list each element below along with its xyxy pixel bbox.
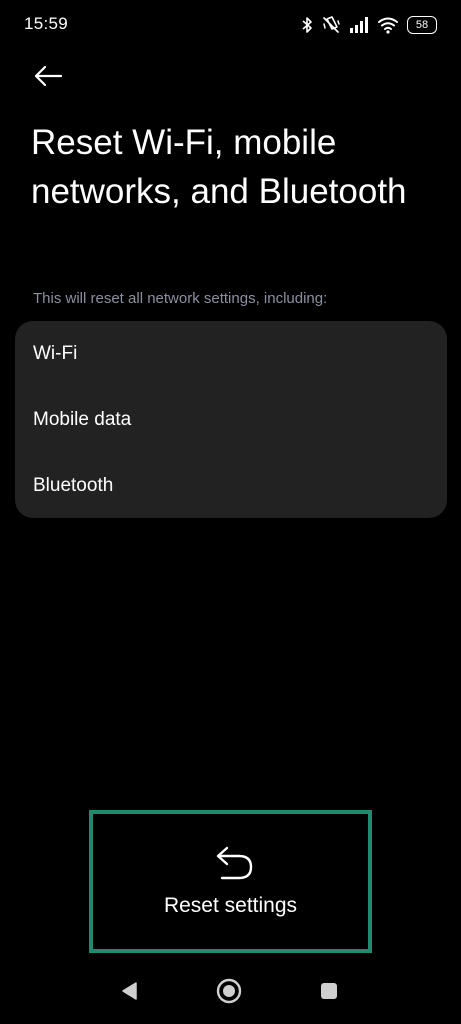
status-time: 15:59 bbox=[24, 14, 69, 33]
reset-settings-button[interactable]: Reset settings bbox=[89, 810, 372, 953]
nav-back-button[interactable] bbox=[114, 978, 144, 1008]
subtitle: This will reset all network settings, in… bbox=[33, 290, 328, 307]
undo-icon bbox=[213, 842, 257, 886]
battery-icon: 58 bbox=[407, 16, 437, 34]
back-button[interactable] bbox=[26, 58, 70, 98]
reset-settings-label: Reset settings bbox=[163, 894, 298, 917]
settings-list-card: Wi-Fi Mobile data Bluetooth bbox=[15, 321, 447, 518]
page-title: Reset Wi-Fi, mobile networks, and Blueto… bbox=[31, 123, 407, 211]
navigation-bar bbox=[0, 960, 461, 1024]
vibrate-off-icon bbox=[321, 15, 341, 35]
square-recents-icon bbox=[319, 981, 339, 1006]
wifi-icon bbox=[377, 16, 399, 34]
list-item-mobile-data: Mobile data bbox=[33, 409, 132, 430]
list-item-bluetooth: Bluetooth bbox=[33, 475, 114, 496]
nav-home-button[interactable] bbox=[214, 978, 244, 1008]
bluetooth-icon bbox=[301, 16, 313, 34]
list-item-wifi: Wi-Fi bbox=[33, 343, 78, 364]
triangle-back-icon bbox=[120, 981, 138, 1006]
status-bar: 15:59 58 bbox=[0, 0, 461, 50]
signal-icon bbox=[349, 17, 369, 33]
battery-level: 58 bbox=[415, 18, 429, 31]
nav-recents-button[interactable] bbox=[314, 978, 344, 1008]
arrow-left-icon bbox=[33, 65, 63, 92]
circle-home-icon bbox=[215, 977, 243, 1010]
status-icons: 58 bbox=[301, 14, 437, 36]
